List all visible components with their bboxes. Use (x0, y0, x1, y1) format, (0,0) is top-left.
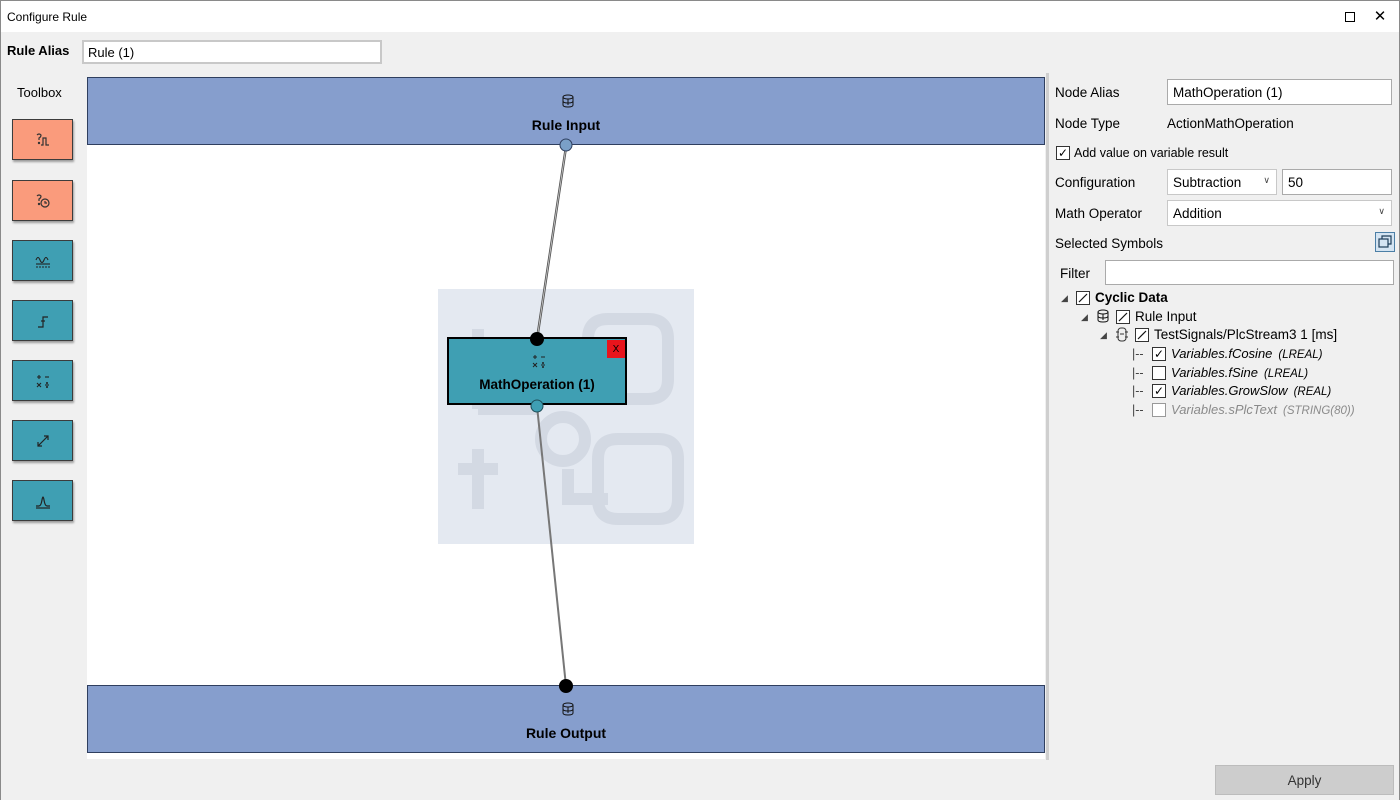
node-alias-label: Node Alias (1055, 85, 1120, 100)
variable-type: (REAL) (1293, 386, 1332, 398)
math-operator-select[interactable]: Addition ∨ (1167, 200, 1392, 226)
add-value-checkbox[interactable]: ✓ (1056, 146, 1070, 160)
variable-type: (LREAL) (1278, 349, 1323, 361)
filter-label: Filter (1060, 266, 1090, 281)
variable-type: (STRING(80)) (1282, 405, 1355, 417)
variable-checkbox-fcosine[interactable]: ✓ (1152, 347, 1166, 361)
watermark-logo-icon (458, 313, 684, 525)
math-operators-icon (36, 374, 49, 388)
signal-condition-icon (36, 132, 49, 146)
configuration-selected-value: Subtraction (1173, 175, 1242, 190)
tree-connector: |-- (1132, 347, 1144, 361)
footer-bar (1, 760, 1399, 800)
variable-checkbox-growslow[interactable]: ✓ (1152, 384, 1166, 398)
canvas-watermark (438, 289, 694, 544)
variable-name: Variables.sPlcText (1171, 402, 1277, 417)
variable-checkbox-fsine[interactable] (1152, 366, 1166, 380)
rule-alias-label: Rule Alias (7, 43, 70, 58)
partial-check-icon (1137, 330, 1147, 340)
stream-expander[interactable]: ◢ (1100, 330, 1107, 341)
variable-row-splctext: Variables.sPlcText (STRING(80)) (1171, 402, 1355, 417)
toolbox-event-trigger[interactable] (12, 180, 73, 221)
rule-input-title: Rule Input (531, 117, 601, 133)
variable-name: Variables.fCosine (1171, 346, 1273, 361)
node-alias-input[interactable] (1167, 79, 1392, 105)
toolbox-data-filter[interactable] (12, 240, 73, 281)
chevron-down-icon: ∨ (1378, 206, 1385, 216)
tree-connector: |-- (1132, 384, 1144, 398)
maximize-button[interactable] (1335, 1, 1365, 32)
apply-button[interactable]: Apply (1215, 765, 1394, 795)
node-type-label: Node Type (1055, 116, 1121, 131)
selected-symbols-label: Selected Symbols (1055, 236, 1164, 251)
scale-arrow-icon (36, 434, 49, 447)
partial-check-icon (1118, 312, 1128, 322)
configuration-value-input[interactable] (1282, 169, 1392, 195)
variable-row-growslow[interactable]: Variables.GrowSlow (REAL) (1171, 383, 1331, 398)
math-operators-icon (532, 355, 545, 368)
signal-event-icon (36, 193, 50, 208)
toolbox-condition-trigger[interactable] (12, 119, 73, 160)
toolbox-scaling[interactable] (12, 420, 73, 461)
selected-symbols-button[interactable] (1375, 232, 1395, 252)
tree-connector: |-- (1132, 403, 1144, 417)
math-operator-label: Math Operator (1055, 206, 1143, 221)
rule-input-block[interactable]: Rule Input (87, 77, 1045, 145)
stream-checkbox[interactable] (1135, 328, 1149, 342)
configuration-label: Configuration (1055, 175, 1136, 190)
database-icon (562, 702, 574, 716)
configure-rule-window: Configure Rule ✕ Rule Alias Toolbox (0, 0, 1400, 800)
variable-type: (LREAL) (1263, 368, 1309, 380)
variable-name: Variables.GrowSlow (1171, 383, 1288, 398)
rule-input-tree-label[interactable]: Rule Input (1135, 309, 1197, 324)
step-icon (37, 315, 48, 328)
chevron-down-icon: ∨ (1263, 175, 1270, 185)
toolbox-math-operation[interactable] (12, 360, 73, 401)
rule-input-tree-checkbox[interactable] (1116, 310, 1130, 324)
toolbox-peak[interactable] (12, 480, 73, 521)
rule-input-expander[interactable]: ◢ (1081, 312, 1088, 323)
toolbox-label: Toolbox (17, 85, 62, 100)
cyclic-data-checkbox[interactable] (1076, 291, 1090, 305)
variable-checkbox-splctext (1152, 403, 1166, 417)
maximize-icon (1345, 11, 1355, 22)
stream-label[interactable]: TestSignals/PlcStream3 1 [ms] (1154, 327, 1337, 342)
variable-row-fcosine[interactable]: Variables.fCosine (LREAL) (1171, 346, 1323, 361)
panel-splitter[interactable] (1046, 73, 1049, 761)
partial-check-icon (1078, 293, 1088, 303)
node-type-value: ActionMathOperation (1167, 116, 1294, 131)
math-operation-node-title: MathOperation (1) (479, 377, 595, 392)
title-bar: Configure Rule ✕ (1, 1, 1399, 32)
variable-row-fsine[interactable]: Variables.fSine (LREAL) (1171, 365, 1308, 380)
stream-icon (1116, 327, 1128, 342)
window-restore-icon (1378, 235, 1392, 248)
add-value-label: Add value on variable result (1074, 146, 1229, 160)
filter-icon (34, 256, 50, 268)
toolbox-step-action[interactable] (12, 300, 73, 341)
math-operator-selected-value: Addition (1173, 206, 1222, 221)
tree-connector: |-- (1132, 366, 1144, 380)
window-title: Configure Rule (7, 10, 88, 24)
delete-node-button[interactable]: X (607, 340, 625, 358)
filter-input[interactable] (1105, 260, 1394, 285)
database-icon (1097, 309, 1109, 323)
close-button[interactable]: ✕ (1365, 1, 1395, 32)
configuration-select[interactable]: Subtraction ∨ (1167, 169, 1277, 195)
variable-name: Variables.fSine (1171, 365, 1258, 380)
rule-alias-input[interactable] (82, 40, 382, 64)
math-operation-node[interactable]: MathOperation (1) X (447, 337, 627, 405)
close-icon: ✕ (1373, 8, 1387, 25)
cyclic-data-label[interactable]: Cyclic Data (1095, 290, 1168, 305)
database-icon (562, 94, 574, 108)
cyclic-data-expander[interactable]: ◢ (1061, 293, 1068, 304)
rule-output-block[interactable]: Rule Output (87, 685, 1045, 753)
rule-output-title: Rule Output (525, 725, 607, 741)
peak-icon (35, 495, 50, 509)
